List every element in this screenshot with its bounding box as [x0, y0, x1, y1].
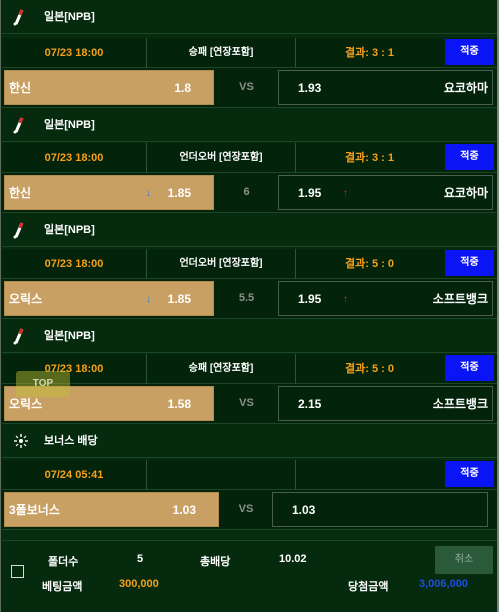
folders-label: 폴더수 — [48, 556, 79, 568]
match-result: 결과: 5 : 0 — [345, 258, 394, 270]
bet-meta-row: 07/23 18:00 언더오버 [연장포함] 결과: 5 : 0 적중 — [2, 249, 497, 279]
total-odds-value: 10.02 — [279, 553, 307, 565]
away-odds-cell[interactable]: 1.03 — [272, 492, 488, 527]
home-team-name: 오릭스 — [9, 292, 43, 306]
odds-row: 3폴보너스 1.03 VS 1.03 — [2, 490, 497, 530]
bet-type: 승패 [연장포함] — [147, 38, 296, 68]
match-result: 결과: 5 : 0 — [345, 363, 394, 375]
match-date: 07/23 18:00 — [2, 143, 147, 173]
folders-value: 5 — [137, 553, 144, 565]
home-team-name: 한신 — [9, 186, 32, 200]
odds-row: 한신 1.8 VS 1.93 요코하마 — [2, 68, 497, 108]
scroll-top-button[interactable]: TOP — [16, 371, 70, 397]
away-odds-cell[interactable]: 1.93 요코하마 — [278, 70, 493, 105]
home-odds: 1.85 — [167, 292, 191, 306]
odds-row: 오릭스 ↓ 1.85 5.5 1.95 ↑ 소프트뱅크 — [2, 279, 497, 319]
odds-row: 한신 ↓ 1.85 6 1.95 ↑ 요코하마 — [2, 173, 497, 213]
home-team-name: 한신 — [9, 81, 32, 95]
hit-badge: 적중 — [445, 39, 494, 65]
baseball-icon — [13, 328, 24, 345]
vs-label: VS — [239, 81, 254, 93]
away-odds: 2.15 — [298, 397, 322, 411]
match-result: 결과: 3 : 1 — [345, 152, 394, 164]
bet-type — [147, 460, 296, 490]
hit-badge: 적중 — [445, 250, 494, 276]
odds-down-arrow-icon: ↓ — [146, 188, 151, 199]
bet-meta-row: 07/23 18:00 언더오버 [연장포함] 결과: 3 : 1 적중 — [2, 143, 497, 173]
odds-row: 오릭스 1.58 VS 2.15 소프트뱅크 — [2, 384, 497, 424]
home-odds-cell[interactable]: 한신 ↓ 1.85 — [4, 175, 214, 210]
away-team-name: 소프트뱅크 — [432, 397, 488, 411]
home-odds-cell[interactable]: 한신 1.8 — [4, 70, 214, 105]
league-name: 일본[NPB] — [44, 224, 95, 236]
away-odds: 1.95 — [298, 292, 322, 306]
home-odds: 1.8 — [174, 81, 191, 95]
bet-meta-row: 07/23 18:00 승패 [연장포함] 결과: 5 : 0 적중 — [2, 354, 497, 384]
league-header: 일본[NPB] — [2, 213, 497, 247]
away-odds: 1.95 — [298, 186, 322, 200]
handicap-line: 5.5 — [238, 292, 255, 304]
home-odds: 1.85 — [167, 186, 191, 200]
win-amount-value: 3,006,000 — [419, 578, 468, 590]
bet-slip-panel: 일본[NPB] 07/23 18:00 승패 [연장포함] 결과: 3 : 1 … — [0, 0, 499, 612]
bet-summary: 폴더수 5 총배당 10.02 취소 베팅금액 300,000 당첨금액 3,0… — [2, 540, 497, 612]
home-odds-cell[interactable]: 3폴보너스 1.03 — [4, 492, 219, 527]
league-name: 일본[NPB] — [44, 330, 95, 342]
odds-up-arrow-icon: ↑ — [343, 294, 348, 305]
home-odds-cell[interactable]: 오릭스 ↓ 1.85 — [4, 281, 214, 316]
league-header: 일본[NPB] — [2, 319, 497, 353]
home-odds: 1.58 — [167, 397, 191, 411]
bet-meta-row: 07/24 05:41 적중 — [2, 460, 497, 490]
bonus-odds: 1.03 — [172, 503, 196, 517]
match-date: 07/23 18:00 — [2, 38, 147, 68]
handicap-line: 6 — [243, 186, 250, 198]
hit-badge: 적중 — [445, 461, 494, 487]
vs-label: VS — [238, 503, 254, 515]
bet-amount-value: 300,000 — [119, 578, 159, 590]
away-odds: 1.03 — [292, 503, 316, 517]
away-team-name: 소프트뱅크 — [432, 292, 488, 306]
away-odds-cell[interactable]: 1.95 ↑ 소프트뱅크 — [278, 281, 493, 316]
baseball-icon — [13, 9, 24, 26]
win-amount-label: 당첨금액 — [348, 581, 389, 593]
match-result — [296, 460, 443, 490]
bet-type: 승패 [연장포함] — [147, 354, 296, 384]
cancel-button[interactable]: 취소 — [435, 546, 493, 574]
league-header: 보너스 배당 — [2, 424, 497, 458]
vs-label: VS — [239, 397, 254, 409]
bet-meta-row: 07/23 18:00 승패 [연장포함] 결과: 3 : 1 적중 — [2, 38, 497, 68]
bet-type: 언더오버 [연장포함] — [147, 143, 296, 173]
bet-type: 언더오버 [연장포함] — [147, 249, 296, 279]
odds-up-arrow-icon: ↑ — [343, 188, 348, 199]
baseball-icon — [13, 222, 24, 239]
league-name: 일본[NPB] — [44, 11, 95, 23]
hit-badge: 적중 — [445, 355, 494, 381]
away-team-name: 요코하마 — [443, 81, 488, 95]
bonus-name: 3폴보너스 — [9, 503, 60, 517]
away-odds-cell[interactable]: 2.15 소프트뱅크 — [278, 386, 493, 421]
match-date: 07/24 05:41 — [2, 460, 147, 490]
match-result: 결과: 3 : 1 — [345, 47, 394, 59]
bet-amount-label: 베팅금액 — [42, 581, 83, 593]
away-odds: 1.93 — [298, 81, 322, 95]
select-checkbox[interactable] — [11, 565, 24, 578]
league-header: 일본[NPB] — [2, 108, 497, 142]
bonus-sparkle-icon — [14, 434, 28, 448]
league-name: 보너스 배당 — [44, 435, 98, 447]
match-date: 07/23 18:00 — [2, 249, 147, 279]
hit-badge: 적중 — [445, 144, 494, 170]
league-name: 일본[NPB] — [44, 119, 95, 131]
league-header: 일본[NPB] — [2, 0, 497, 34]
total-odds-label: 총배당 — [200, 556, 231, 568]
baseball-icon — [13, 117, 24, 134]
away-odds-cell[interactable]: 1.95 ↑ 요코하마 — [278, 175, 493, 210]
away-team-name: 요코하마 — [443, 186, 488, 200]
odds-down-arrow-icon: ↓ — [146, 294, 151, 305]
